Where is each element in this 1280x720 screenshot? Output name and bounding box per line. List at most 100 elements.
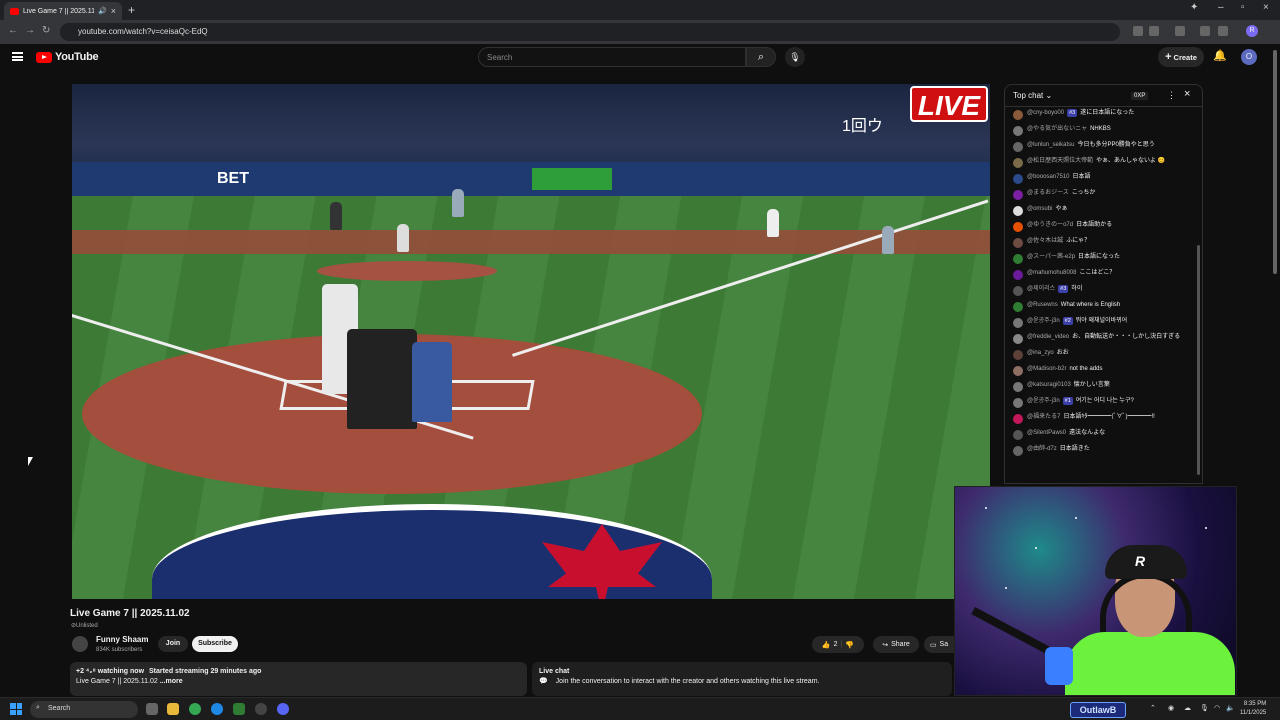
chat-author[interactable]: @mahumohu8008 xyxy=(1027,270,1076,276)
chat-author[interactable]: @omsubi xyxy=(1027,206,1052,212)
chat-message[interactable]: @由帥-d7z 日本語きた xyxy=(1005,443,1202,459)
xp-badge[interactable]: 0XP xyxy=(1131,92,1149,100)
taskbar-search[interactable]: ⌕ Search xyxy=(30,701,138,718)
chat-author[interactable]: @freddie_video xyxy=(1027,334,1069,340)
minimize-icon[interactable]: – xyxy=(1218,2,1224,13)
maximize-icon[interactable]: ▫ xyxy=(1241,2,1245,13)
tab-search-icon[interactable]: ✦ xyxy=(1190,2,1198,13)
chat-message[interactable]: @booosan7510 日本語 xyxy=(1005,171,1202,187)
chat-author[interactable]: @윤공주-j3n xyxy=(1027,398,1060,404)
chat-message[interactable]: @cny-boyo00 #3 遂に日本語になった xyxy=(1005,107,1202,123)
chat-message[interactable]: @mahumohu8008 ここはどこ？ xyxy=(1005,267,1202,283)
chat-author-avatar[interactable] xyxy=(1013,286,1023,296)
taskbar-clock[interactable]: 8:35 PM 11/1/2025 xyxy=(1240,700,1266,718)
chat-author[interactable]: @booosan7510 xyxy=(1027,174,1069,180)
chat-author-avatar[interactable] xyxy=(1013,158,1023,168)
search-input[interactable]: Search xyxy=(478,47,746,67)
download-icon[interactable] xyxy=(1218,26,1228,36)
chat-message[interactable]: @omsubi やぁ xyxy=(1005,203,1202,219)
chat-author-avatar[interactable] xyxy=(1013,142,1023,152)
channel-avatar[interactable] xyxy=(72,636,88,652)
browser-profile-avatar[interactable]: R xyxy=(1246,25,1258,37)
chat-author[interactable]: @윤공주-j3n xyxy=(1027,318,1060,324)
chat-author[interactable]: @松日歴西天照位大帝範 xyxy=(1027,158,1093,164)
chat-author-avatar[interactable] xyxy=(1013,366,1023,376)
tray-chevron-icon[interactable]: ⌃ xyxy=(1150,704,1156,712)
app-icon[interactable] xyxy=(233,703,245,715)
chat-author[interactable]: @福来たる7 xyxy=(1027,414,1060,420)
chat-message[interactable]: @katsuragi0103 懐かしい言葉 xyxy=(1005,379,1202,395)
forward-icon[interactable]: → xyxy=(25,25,35,36)
back-icon[interactable]: ← xyxy=(8,25,18,36)
chat-message[interactable]: @スーパー茜-e2p 日本語になった xyxy=(1005,251,1202,267)
chat-author[interactable]: @ゆうきのーo7d xyxy=(1027,222,1073,228)
chat-message[interactable]: @윤공주-j3n #2 뭐야 왜채널이바뀌어 xyxy=(1005,315,1202,331)
chat-author-avatar[interactable] xyxy=(1013,126,1023,136)
chat-author-avatar[interactable] xyxy=(1013,238,1023,248)
close-tab-icon[interactable]: × xyxy=(111,6,116,16)
chat-message[interactable]: @lunlun_seikatsu 今日も多分PP0勝負やと思う xyxy=(1005,139,1202,155)
sidebar-icon[interactable] xyxy=(1200,26,1210,36)
discord-icon[interactable] xyxy=(277,703,289,715)
bookmark-star-icon[interactable] xyxy=(1149,26,1159,36)
chat-author-avatar[interactable] xyxy=(1013,398,1023,408)
chat-author-avatar[interactable] xyxy=(1013,174,1023,184)
chat-author-avatar[interactable] xyxy=(1013,190,1023,200)
windows-start-icon[interactable] xyxy=(10,703,22,715)
chat-message[interactable]: @福来たる7 日本語ｷﾀ━━━━(ﾟ∀ﾟ)━━━━!! xyxy=(1005,411,1202,427)
url-field[interactable]: youtube.com/watch?v=ceisaQc-EdQ xyxy=(60,23,1120,41)
chat-author-avatar[interactable] xyxy=(1013,382,1023,392)
chat-author-avatar[interactable] xyxy=(1013,334,1023,344)
chat-message-list[interactable]: @cny-boyo00 #3 遂に日本語になった @やる気が出ないニャ NHKBS @lu… xyxy=(1005,107,1202,459)
more-options-icon[interactable]: ⋮ xyxy=(1167,90,1176,101)
chat-author-avatar[interactable] xyxy=(1013,110,1023,120)
chat-author[interactable]: @Madison-b2r xyxy=(1027,366,1066,372)
description-box[interactable]: +2 ⁴₂⁸ watching now Started streaming 29… xyxy=(70,662,527,696)
chat-author[interactable]: @제이리스 xyxy=(1027,286,1055,292)
chat-author-avatar[interactable] xyxy=(1013,350,1023,360)
chat-message[interactable]: @まるおジース こっちか xyxy=(1005,187,1202,203)
browser-tab[interactable]: Live Game 7 || 2025.11.02 🔊 × xyxy=(4,2,122,20)
chat-author[interactable]: @由帥-d7z xyxy=(1027,446,1057,452)
tray-cloud-icon[interactable]: ☁ xyxy=(1184,704,1191,712)
chat-message[interactable]: @ゆうきのーo7d 日本語助かる xyxy=(1005,219,1202,235)
chat-message[interactable]: @Rusewns What where is English xyxy=(1005,299,1202,315)
chat-message[interactable]: @ina_zyo おお xyxy=(1005,347,1202,363)
notifications-bell-icon[interactable]: 🔔 xyxy=(1213,49,1227,62)
thumbs-up-icon[interactable]: 👍 xyxy=(822,641,831,649)
join-button[interactable]: Join xyxy=(158,636,188,652)
chat-message[interactable]: @Madison-b2r not the adds xyxy=(1005,363,1202,379)
voice-search-button[interactable]: 🎙 xyxy=(785,47,805,67)
chat-author-avatar[interactable] xyxy=(1013,318,1023,328)
chat-scrollbar[interactable] xyxy=(1197,245,1200,475)
thumbs-down-icon[interactable]: 👎 xyxy=(845,641,854,649)
video-player[interactable]: BET LIVE 1回ウ xyxy=(72,84,990,599)
close-window-icon[interactable]: × xyxy=(1263,2,1269,13)
reload-icon[interactable]: ↻ xyxy=(42,25,50,36)
chat-message[interactable]: @제이리스 #3 하이 xyxy=(1005,283,1202,299)
subscribe-button[interactable]: Subscribe xyxy=(192,636,238,652)
chat-message[interactable]: @SilentPaws0 遠法なんよな xyxy=(1005,427,1202,443)
close-chat-icon[interactable]: × xyxy=(1184,88,1190,100)
chrome-icon[interactable] xyxy=(189,703,201,715)
chat-author[interactable]: @ina_zyo xyxy=(1027,350,1054,356)
chat-author-avatar[interactable] xyxy=(1013,302,1023,312)
chat-author-avatar[interactable] xyxy=(1013,222,1023,232)
channel-name[interactable]: Funny Shaam xyxy=(96,635,148,644)
chat-author[interactable]: @katsuragi0103 xyxy=(1027,382,1071,388)
top-chat-dropdown[interactable]: Top chat ⌄ xyxy=(1013,91,1052,100)
chat-message[interactable]: @佐々木は誠 ふにゃ？ xyxy=(1005,235,1202,251)
chat-message[interactable]: @松日歴西天照位大帝範 やぁ、あんしゃないよ 😊 xyxy=(1005,155,1202,171)
share-button[interactable]: ↪ Share xyxy=(873,636,919,653)
chat-author-avatar[interactable] xyxy=(1013,206,1023,216)
chat-author[interactable]: @lunlun_seikatsu xyxy=(1027,142,1074,148)
save-button[interactable]: ▭ Sa xyxy=(924,636,954,653)
chat-author-avatar[interactable] xyxy=(1013,446,1023,456)
chat-author-avatar[interactable] xyxy=(1013,430,1023,440)
volume-icon[interactable]: 🔈 xyxy=(1226,704,1235,712)
search-button[interactable]: ⌕ xyxy=(746,47,776,67)
file-explorer-icon[interactable] xyxy=(167,703,179,715)
cast-icon[interactable] xyxy=(1133,26,1143,36)
menu-icon[interactable] xyxy=(12,52,23,61)
chat-message[interactable]: @윤공주-j3n #1 여기는 어디 나는 누구? xyxy=(1005,395,1202,411)
